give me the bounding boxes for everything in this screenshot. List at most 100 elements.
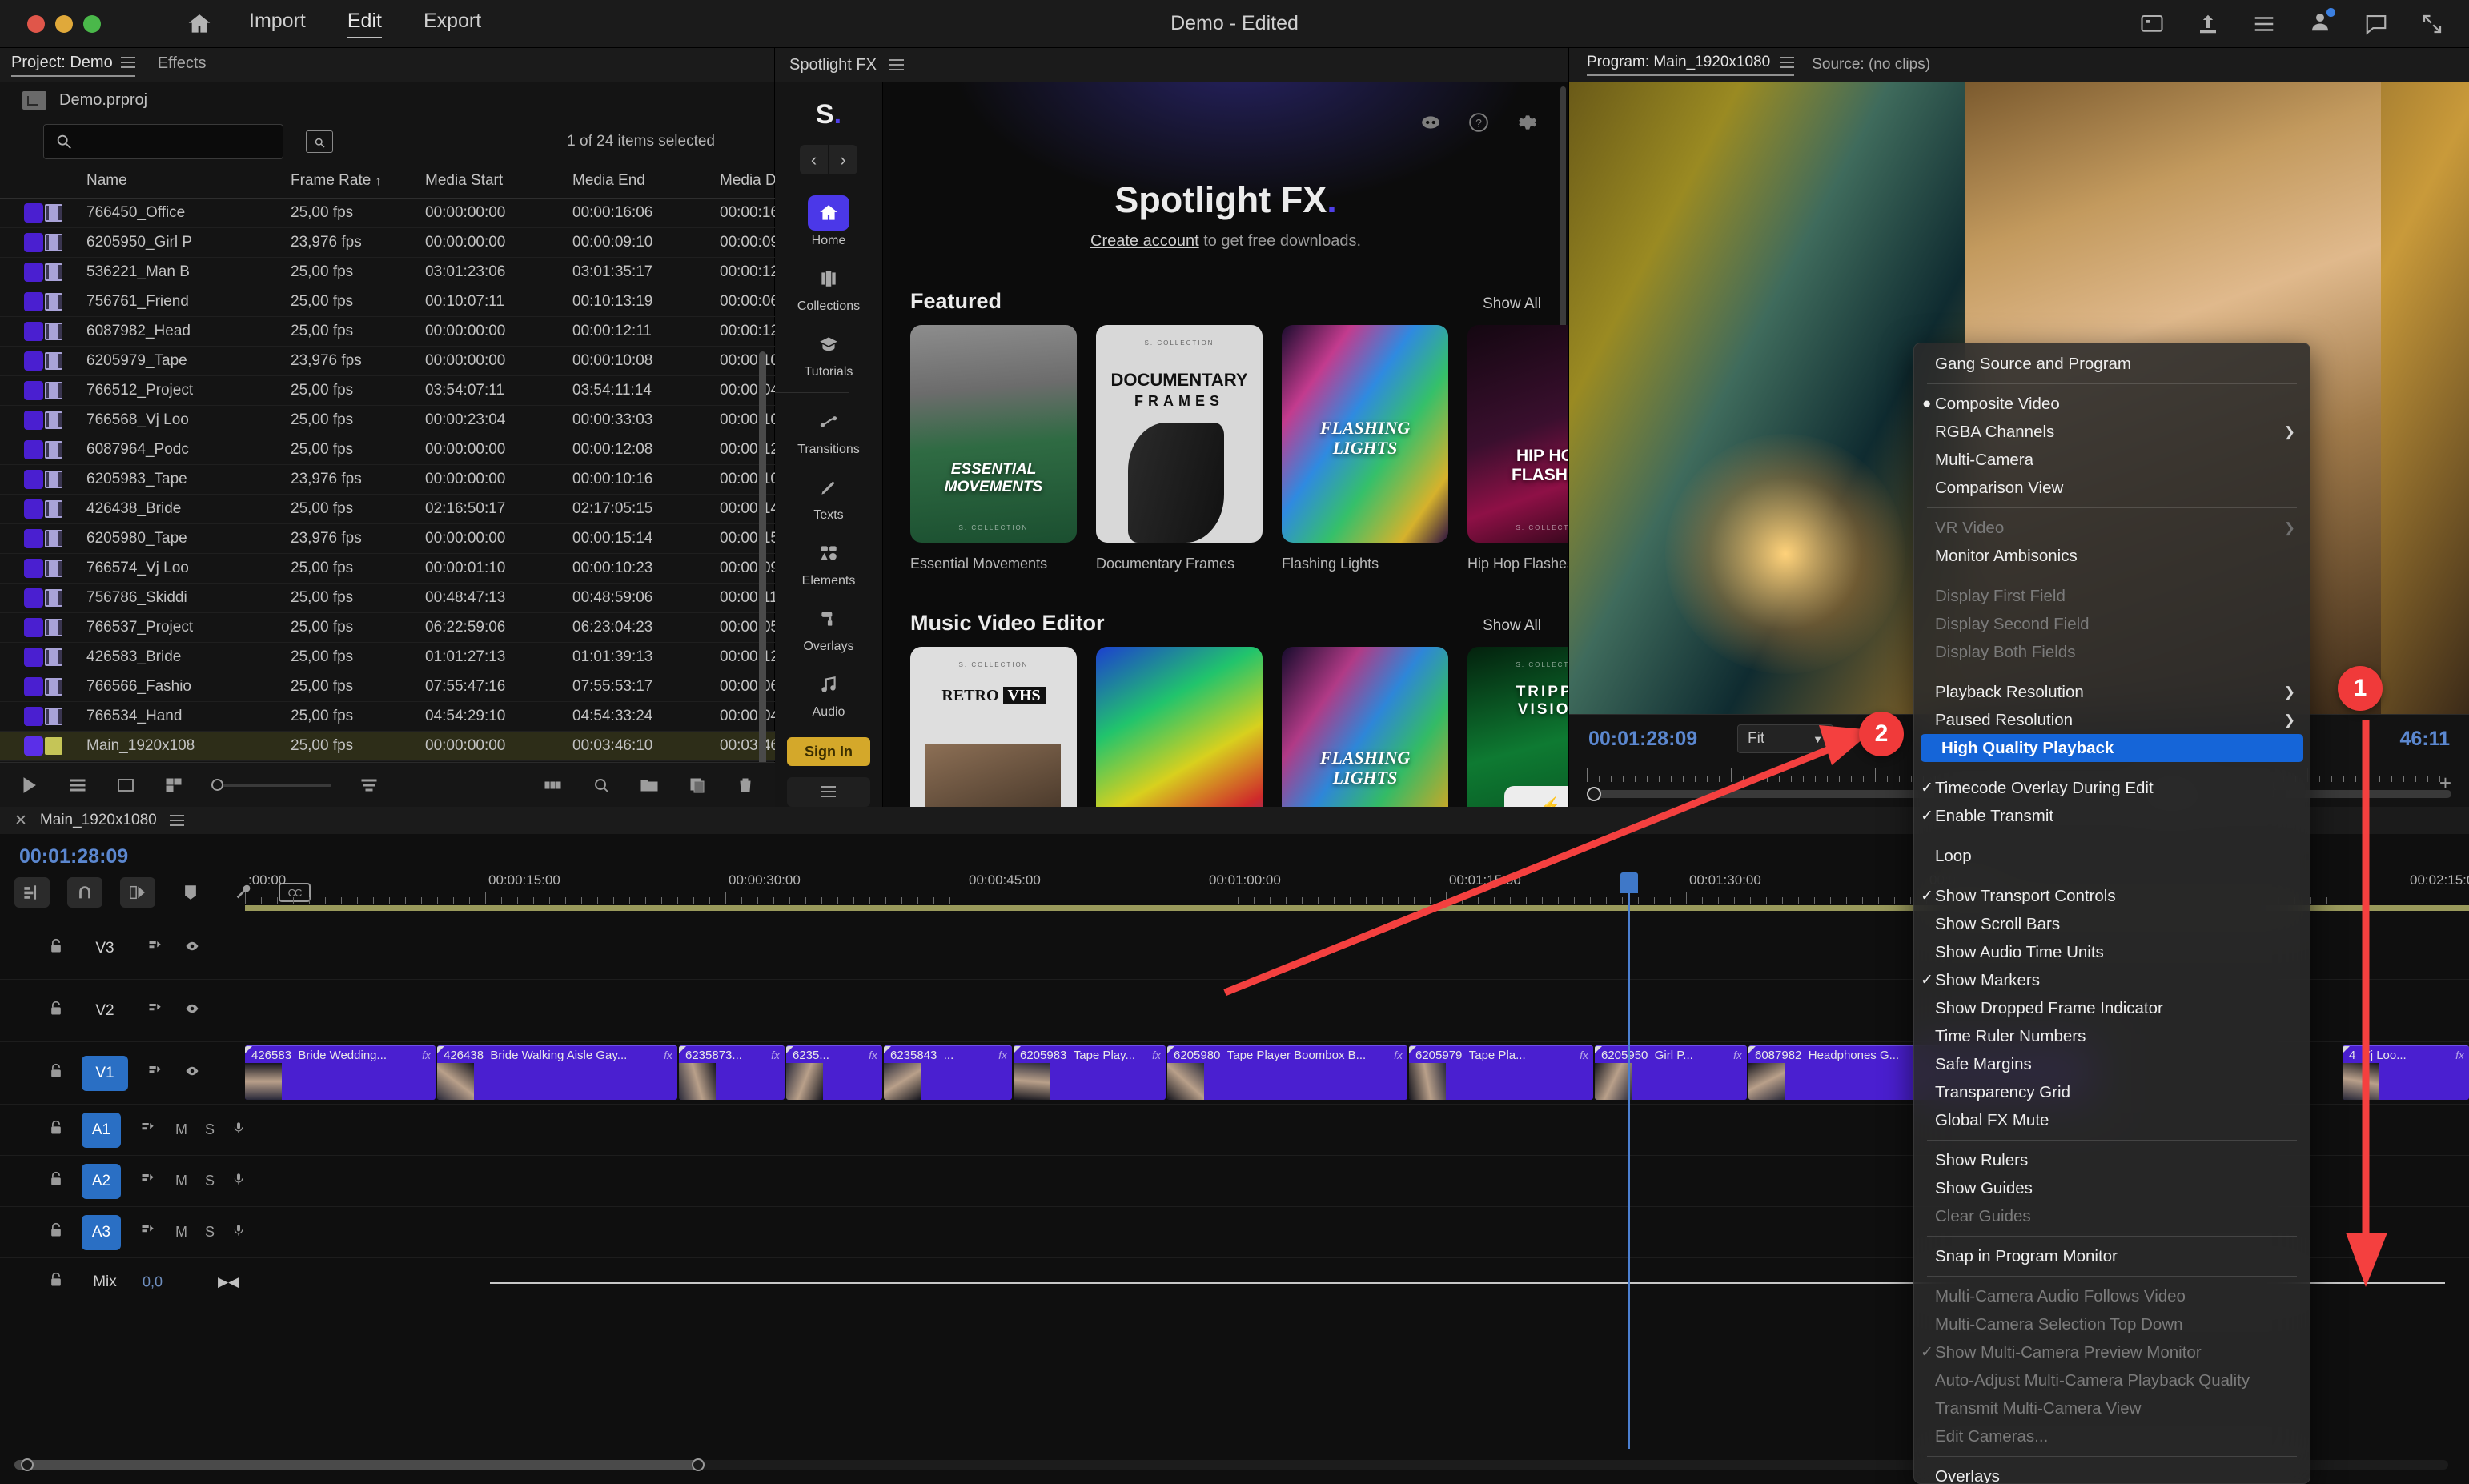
spotlight-nav-arrows[interactable]: ‹ › (800, 145, 857, 174)
solo-button[interactable]: S (205, 1121, 215, 1138)
row-color-swatch[interactable] (0, 406, 45, 435)
menu-item-show-transport-controls[interactable]: ✓Show Transport Controls (1914, 882, 2310, 910)
main-nav-tabs[interactable]: Import Edit Export (249, 10, 481, 38)
table-row[interactable]: 766512_Project25,00 fps03:54:07:1103:54:… (0, 376, 873, 406)
card-thermal[interactable]: THERMAL (1096, 647, 1263, 807)
table-row[interactable]: 766566_Fashio25,00 fps07:55:47:1607:55:5… (0, 672, 873, 702)
discord-icon[interactable] (1419, 112, 1442, 133)
track-name-a1[interactable]: A1 (82, 1113, 121, 1148)
lock-icon[interactable] (48, 937, 64, 959)
sync-lock-icon[interactable] (146, 1064, 165, 1082)
help-icon[interactable]: ? (1467, 112, 1490, 133)
menu-item-show-scroll-bars[interactable]: Show Scroll Bars (1914, 910, 2310, 938)
eye-icon[interactable] (183, 939, 202, 957)
sidebar-item-tutorials[interactable]: Tutorials (775, 327, 882, 379)
track-name-v2[interactable]: V2 (82, 993, 128, 1029)
nav-tab-import[interactable]: Import (249, 10, 306, 38)
timeline-clip[interactable]: 6235...fx (786, 1045, 882, 1100)
eye-icon[interactable] (183, 1064, 202, 1082)
maximize-window-button[interactable] (83, 15, 101, 33)
table-row[interactable]: 6087964_Podc25,00 fps00:00:00:0000:00:12… (0, 435, 873, 465)
table-row[interactable]: 766450_Office25,00 fps00:00:00:0000:00:1… (0, 199, 873, 228)
table-row[interactable]: 766534_Hand25,00 fps04:54:29:1004:54:33:… (0, 702, 873, 732)
new-item-icon[interactable] (19, 776, 40, 795)
mic-icon[interactable] (232, 1119, 245, 1141)
user-icon[interactable] (2307, 10, 2333, 38)
col-frame-rate[interactable]: Frame Rate ↑ (291, 167, 425, 199)
mic-icon[interactable] (232, 1170, 245, 1192)
mute-button[interactable]: M (175, 1173, 187, 1189)
sync-lock-icon[interactable] (146, 1001, 165, 1020)
timeline-clip[interactable]: 6205983_Tape Play...fx (1014, 1045, 1166, 1100)
menu-icon[interactable] (2251, 12, 2277, 36)
timeline-timecode[interactable]: 00:01:28:09 (19, 845, 128, 868)
row-color-swatch[interactable] (0, 465, 45, 495)
menu-item-time-ruler-numbers[interactable]: Time Ruler Numbers (1914, 1022, 2310, 1050)
freeform-view-icon[interactable] (163, 776, 184, 795)
menu-item-loop[interactable]: Loop (1914, 842, 2310, 870)
sidebar-more-button[interactable] (787, 777, 870, 807)
zoom-level-select[interactable]: Fit ▼ (1737, 724, 1833, 753)
tab-program[interactable]: Program: Main_1920x1080 (1587, 54, 1794, 76)
col-name[interactable]: Name (86, 167, 291, 199)
row-color-swatch[interactable] (0, 258, 45, 287)
icon-view-icon[interactable] (115, 776, 136, 795)
share-icon[interactable] (2195, 12, 2221, 36)
card-hip-hop-flashes[interactable]: HIP HOPFLASHESS. COLLECTION Hip Hop Flas… (1467, 325, 1568, 572)
menu-item-gang-source-and-program[interactable]: Gang Source and Program (1914, 350, 2310, 378)
track-name-a2[interactable]: A2 (82, 1164, 121, 1199)
table-row[interactable]: 426438_Bride25,00 fps02:16:50:1702:17:05… (0, 495, 873, 524)
fullscreen-icon[interactable] (2419, 12, 2445, 36)
track-name-a3[interactable]: A3 (82, 1215, 121, 1250)
sidebar-item-home[interactable]: Home (775, 195, 882, 248)
timeline-clip[interactable]: 6235843_...fx (884, 1045, 1012, 1100)
track-name-mix[interactable]: Mix (82, 1265, 128, 1300)
snap-icon[interactable] (67, 877, 102, 908)
menu-item-high-quality-playback[interactable]: High Quality Playback (1921, 734, 2303, 762)
row-color-swatch[interactable] (0, 228, 45, 258)
row-color-swatch[interactable] (0, 317, 45, 347)
customize-button[interactable]: ⚡ Customize (1504, 786, 1568, 807)
mute-button[interactable]: M (175, 1224, 187, 1241)
sort-icon[interactable] (359, 776, 379, 795)
table-row[interactable]: 536221_Man B25,00 fps03:01:23:0603:01:35… (0, 258, 873, 287)
add-marker-timeline-icon[interactable] (173, 877, 208, 908)
table-row[interactable]: 6205950_Girl P23,976 fps00:00:00:0000:00… (0, 228, 873, 258)
menu-item-global-fx-mute[interactable]: Global FX Mute (1914, 1106, 2310, 1134)
table-row[interactable]: 6205983_Tape23,976 fps00:00:00:0000:00:1… (0, 465, 873, 495)
close-window-button[interactable] (27, 15, 45, 33)
lock-icon[interactable] (48, 1062, 64, 1084)
timeline-clip[interactable]: 6205950_Girl P...fx (1595, 1045, 1747, 1100)
search-input-wrapper[interactable] (43, 124, 283, 159)
menu-item-monitor-ambisonics[interactable]: Monitor Ambisonics (1914, 542, 2310, 570)
lock-icon[interactable] (48, 1119, 64, 1141)
mix-keyframe-icon[interactable]: ▶◀ (218, 1274, 239, 1290)
comment-icon[interactable] (2363, 12, 2389, 36)
menu-item-show-markers[interactable]: ✓Show Markers (1914, 966, 2310, 994)
table-row[interactable]: 766568_Vj Loo25,00 fps00:00:23:0400:00:3… (0, 406, 873, 435)
menu-item-show-audio-time-units[interactable]: Show Audio Time Units (1914, 938, 2310, 966)
timeline-panel-menu-icon[interactable] (170, 815, 184, 826)
new-item-toolbar-icon[interactable] (687, 776, 708, 795)
tab-effects[interactable]: Effects (158, 54, 207, 76)
table-row[interactable]: 6087982_Head25,00 fps00:00:00:0000:00:12… (0, 317, 873, 347)
row-color-swatch[interactable] (0, 613, 45, 643)
row-color-swatch[interactable] (0, 347, 45, 376)
sidebar-item-overlays[interactable]: Overlays (775, 601, 882, 654)
sidebar-item-audio[interactable]: Audio (775, 667, 882, 720)
row-color-swatch[interactable] (0, 495, 45, 524)
program-monitor-context-menu[interactable]: Gang Source and Program●Composite VideoR… (1913, 343, 2310, 1484)
track-name-v3[interactable]: V3 (82, 931, 128, 966)
row-color-swatch[interactable] (0, 199, 45, 228)
nav-tab-export[interactable]: Export (424, 10, 481, 38)
lock-icon[interactable] (48, 1221, 64, 1243)
table-row[interactable]: 426583_Bride25,00 fps01:01:27:1301:01:39… (0, 643, 873, 672)
sidebar-item-transitions[interactable]: Transitions (775, 404, 882, 457)
sidebar-item-collections[interactable]: Collections (775, 261, 882, 314)
card-essential-movements[interactable]: ESSENTIALMOVEMENTSS. COLLECTION Essentia… (910, 325, 1077, 572)
row-color-swatch[interactable] (0, 287, 45, 317)
tab-project-demo[interactable]: Project: Demo (11, 54, 135, 77)
button-editor-icon[interactable]: + (2439, 771, 2451, 796)
menu-item-show-rulers[interactable]: Show Rulers (1914, 1146, 2310, 1174)
row-color-swatch[interactable] (0, 376, 45, 406)
